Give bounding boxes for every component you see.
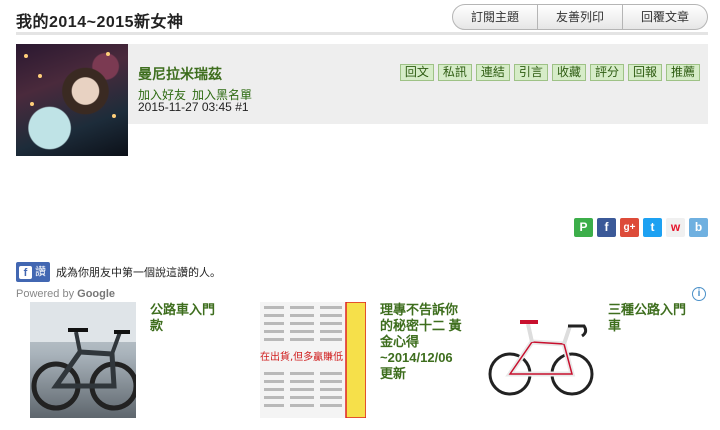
google-brand: Google xyxy=(77,288,116,300)
post-action-bar: 回文 私訊 連結 引言 收藏 評分 回報 推薦 xyxy=(399,64,700,81)
reply-post-button[interactable]: 回覆文章 xyxy=(622,4,708,30)
post-author-name[interactable]: 曼尼拉米瑞茲 xyxy=(138,64,222,84)
weibo-icon[interactable]: w xyxy=(666,218,685,237)
quote-button[interactable]: 引言 xyxy=(513,64,548,81)
plurk-icon[interactable]: P xyxy=(574,218,593,237)
ad-caption[interactable]: 公路車入門款 xyxy=(150,302,224,334)
rate-button[interactable]: 評分 xyxy=(589,64,624,81)
powered-prefix: Powered by xyxy=(16,288,75,300)
link-button[interactable]: 連結 xyxy=(475,64,510,81)
page-title: 我的2014~2015新女神 xyxy=(16,14,184,31)
share-bar: P f g+ t w b xyxy=(574,218,708,237)
subscribe-topic-button[interactable]: 訂閱主題 xyxy=(451,4,538,30)
ad-caption[interactable]: 三種公路入門車 xyxy=(608,302,688,334)
ad-caption[interactable]: 理專不告訴你的秘密十二 黃金心得~2014/12/06更新 xyxy=(380,302,464,382)
ad-thumb-text: 在出貨,但多贏賺低 xyxy=(260,350,343,363)
private-message-button[interactable]: 私訊 xyxy=(437,64,472,81)
facebook-like-button[interactable]: f讚 xyxy=(16,262,50,282)
twitter-icon[interactable]: t xyxy=(643,218,662,237)
facebook-like-label: 讚 xyxy=(35,266,46,278)
post-timestamp: 2015-11-27 03:45 #1 xyxy=(138,100,249,114)
facebook-social-text: 成為你朋友中第一個說這讚的人。 xyxy=(56,267,221,279)
recommend-button[interactable]: 推薦 xyxy=(665,64,700,81)
facebook-logo-icon: f xyxy=(19,265,32,279)
google-plus-icon[interactable]: g+ xyxy=(620,218,639,237)
bike-thumbnail[interactable] xyxy=(30,302,136,418)
facebook-like-row: f讚 成為你朋友中第一個說這讚的人。 xyxy=(16,262,221,282)
bookmark-button[interactable]: 收藏 xyxy=(551,64,586,81)
avatar[interactable] xyxy=(16,44,128,156)
spreadsheet-thumbnail[interactable]: 在出貨,但多贏賺低 xyxy=(260,302,366,418)
ad-info-icon[interactable]: i xyxy=(692,287,706,301)
bike-thumbnail[interactable] xyxy=(488,302,594,418)
blog-icon[interactable]: b xyxy=(689,218,708,237)
facebook-icon[interactable]: f xyxy=(597,218,616,237)
powered-by-google: Powered by Google xyxy=(16,288,115,300)
title-divider xyxy=(16,32,708,35)
print-friendly-button[interactable]: 友善列印 xyxy=(537,4,623,30)
reply-button[interactable]: 回文 xyxy=(399,64,434,81)
topbar-actions: 訂閱主題 友善列印 回覆文章 xyxy=(451,4,708,30)
report-button[interactable]: 回報 xyxy=(627,64,662,81)
